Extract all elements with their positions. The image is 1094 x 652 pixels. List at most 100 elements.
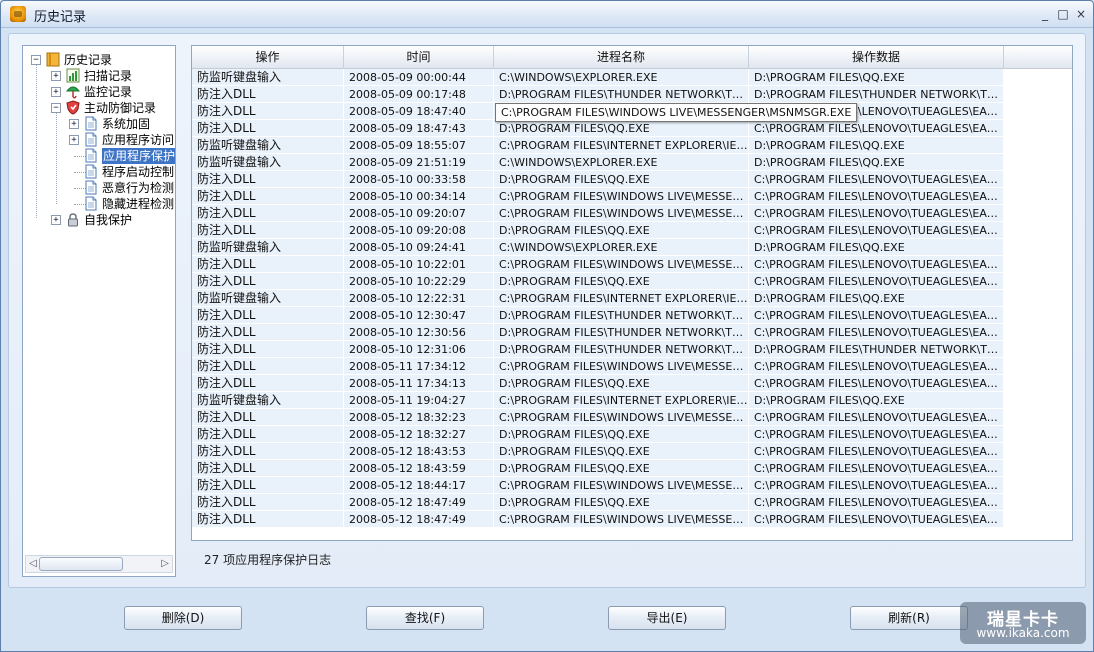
close-icon[interactable]: ×: [1073, 6, 1089, 22]
table-cell: 防注入DLL: [192, 324, 343, 341]
table-cell: C:\PROGRAM FILES\LENOVO\TUEAGLES\EAGLEH.…: [749, 188, 1003, 205]
tree-item[interactable]: − 主动防御记录: [23, 100, 175, 116]
tree-item-label: 监控记录: [84, 85, 133, 99]
table-row[interactable]: 防注入DLL 2008-05-10 00:33:58 D:\PROGRAM FILE…: [192, 171, 1072, 188]
table-row[interactable]: 防注入DLL 2008-05-10 10:22:29 D:\PROGRAM FILE…: [192, 273, 1072, 290]
table-cell: C:\PROGRAM FILES\LENOVO\TUEAGLES\EAGLEH.…: [749, 443, 1003, 460]
table-cell: 防注入DLL: [192, 222, 343, 239]
tree-item-label: 隐藏进程检测: [102, 197, 175, 211]
tree-expander-icon[interactable]: +: [51, 87, 61, 97]
table-row[interactable]: 防注入DLL 2008-05-10 00:34:14 C:\PROGRAM FILE…: [192, 188, 1072, 205]
table-row[interactable]: 防注入DLL 2008-05-10 12:30:56 D:\PROGRAM FILE…: [192, 324, 1072, 341]
table-row[interactable]: 防注入DLL 2008-05-12 18:32:27 D:\PROGRAM FILE…: [192, 426, 1072, 443]
table-row[interactable]: 防注入DLL 2008-05-12 18:47:49 C:\PROGRAM FILE…: [192, 511, 1072, 528]
table-row[interactable]: 防监听键盘输入 2008-05-11 19:04:27 C:\PROGRAM FIL…: [192, 392, 1072, 409]
app-logo-icon: [10, 6, 26, 22]
table-cell: C:\PROGRAM FILES\LENOVO\TUEAGLES\EAGLEH.…: [749, 256, 1003, 273]
scroll-right-icon[interactable]: ▷: [159, 557, 171, 571]
tree-item[interactable]: + 自我保护: [23, 212, 175, 228]
table-row[interactable]: 防注入DLL 2008-05-09 18:47:43 D:\PROGRAM FILE…: [192, 120, 1072, 137]
tree-item-label: 应用程序访问: [102, 133, 175, 147]
table-cell: C:\PROGRAM FILES\LENOVO\TUEAGLES\EAGLEH.…: [749, 477, 1003, 494]
table-cell: D:\PROGRAM FILES\QQ.EXE: [494, 171, 748, 188]
tree-item[interactable]: 程序启动控制: [23, 164, 175, 180]
column-header-action[interactable]: 操作: [192, 46, 344, 68]
table-cell: 2008-05-10 10:22:29: [344, 273, 493, 290]
table-cell: 2008-05-10 00:33:58: [344, 171, 493, 188]
table-row[interactable]: 防注入DLL 2008-05-12 18:43:59 D:\PROGRAM FILE…: [192, 460, 1072, 477]
table-cell: 防注入DLL: [192, 494, 343, 511]
table-cell: C:\PROGRAM FILES\WINDOWS LIVE\MESSENGER.…: [494, 511, 748, 528]
tree-item[interactable]: 恶意行为检测: [23, 180, 175, 196]
column-header-data[interactable]: 操作数据: [749, 46, 1004, 68]
tree-item[interactable]: − 历史记录: [23, 52, 175, 68]
tree-item[interactable]: + 系统加固: [23, 116, 175, 132]
tree-item[interactable]: + 应用程序访问: [23, 132, 175, 148]
tree-horizontal-scrollbar[interactable]: ◁ ▷: [25, 555, 173, 573]
column-header-time[interactable]: 时间: [344, 46, 494, 68]
find-button[interactable]: 查找(F): [366, 606, 484, 630]
table-row[interactable]: 防注入DLL 2008-05-12 18:32:23 C:\PROGRAM FILE…: [192, 409, 1072, 426]
table-cell: D:\PROGRAM FILES\QQ.EXE: [494, 443, 748, 460]
table-cell: 防注入DLL: [192, 375, 343, 392]
table-cell: 2008-05-10 12:31:06: [344, 341, 493, 358]
tree-expander-icon[interactable]: +: [51, 215, 61, 225]
table-cell: 防注入DLL: [192, 188, 343, 205]
tree-expander-icon[interactable]: +: [69, 119, 79, 129]
title-bar[interactable]: 历史记录 _ □ ×: [1, 1, 1093, 28]
table-row[interactable]: 防监听键盘输入 2008-05-10 12:22:31 C:\PROGRAM FIL…: [192, 290, 1072, 307]
table-cell: D:\PROGRAM FILES\THUNDER NETWORK\THUND..…: [749, 86, 1003, 103]
tree-expander-icon[interactable]: +: [51, 71, 61, 81]
table-cell: 防注入DLL: [192, 358, 343, 375]
tree-item[interactable]: 隐藏进程检测: [23, 196, 175, 212]
column-header-process[interactable]: 进程名称: [494, 46, 749, 68]
table-row[interactable]: 防注入DLL 2008-05-12 18:47:49 D:\PROGRAM FILE…: [192, 494, 1072, 511]
table-cell: 防注入DLL: [192, 103, 343, 120]
table-row[interactable]: 防监听键盘输入 2008-05-09 00:00:44 C:\WINDOWS\EXP…: [192, 69, 1072, 86]
minimize-icon[interactable]: _: [1037, 6, 1053, 22]
table-cell: 2008-05-09 18:47:43: [344, 120, 493, 137]
table-row[interactable]: 防注入DLL 2008-05-09 00:17:48 D:\PROGRAM FILE…: [192, 86, 1072, 103]
table-row[interactable]: 防监听键盘输入 2008-05-09 21:51:19 C:\WINDOWS\EXP…: [192, 154, 1072, 171]
table-cell: D:\PROGRAM FILES\QQ.EXE: [749, 392, 1003, 409]
table-cell: C:\PROGRAM FILES\WINDOWS LIVE\MESSENGER.…: [494, 188, 748, 205]
table-cell: 2008-05-12 18:44:17: [344, 477, 493, 494]
tree-item-label: 自我保护: [84, 213, 133, 227]
table-row[interactable]: 防注入DLL 2008-05-10 12:31:06 D:\PROGRAM FILE…: [192, 341, 1072, 358]
table-cell: 2008-05-09 18:55:07: [344, 137, 493, 154]
delete-button[interactable]: 删除(D): [124, 606, 242, 630]
scrollbar-thumb[interactable]: [39, 557, 123, 571]
table-cell: 2008-05-09 21:51:19: [344, 154, 493, 171]
table-row[interactable]: 防注入DLL 2008-05-11 17:34:12 C:\PROGRAM FILE…: [192, 358, 1072, 375]
table-row[interactable]: 防注入DLL 2008-05-11 17:34:13 D:\PROGRAM FILE…: [192, 375, 1072, 392]
table-cell: 2008-05-09 18:47:40: [344, 103, 493, 120]
table-cell: C:\PROGRAM FILES\LENOVO\TUEAGLES\EAGLEH.…: [749, 375, 1003, 392]
tree-expander-icon[interactable]: −: [51, 103, 61, 113]
table-cell: C:\PROGRAM FILES\INTERNET EXPLORER\IEXPL…: [494, 137, 748, 154]
table-row[interactable]: 防注入DLL 2008-05-10 09:20:07 C:\PROGRAM FILE…: [192, 205, 1072, 222]
table-row[interactable]: 防注入DLL 2008-05-10 09:20:08 D:\PROGRAM FILE…: [192, 222, 1072, 239]
tree-expander-icon[interactable]: +: [69, 135, 79, 145]
table-cell: C:\PROGRAM FILES\LENOVO\TUEAGLES\EAGLEH.…: [749, 358, 1003, 375]
table-cell: C:\PROGRAM FILES\INTERNET EXPLORER\IEXPL…: [494, 290, 748, 307]
tree-item[interactable]: + 扫描记录: [23, 68, 175, 84]
tree-expander-icon[interactable]: −: [31, 55, 41, 65]
tree-item[interactable]: + 监控记录: [23, 84, 175, 100]
table-row[interactable]: 防注入DLL 2008-05-12 18:44:17 C:\PROGRAM FILE…: [192, 477, 1072, 494]
tree-item-label: 应用程序保护: [102, 148, 175, 164]
table-row[interactable]: 防注入DLL 2008-05-12 18:43:53 D:\PROGRAM FILE…: [192, 443, 1072, 460]
tree-item[interactable]: 应用程序保护: [23, 148, 175, 164]
scroll-left-icon[interactable]: ◁: [27, 557, 39, 571]
tree-item-label: 历史记录: [64, 53, 113, 67]
table-row[interactable]: 防监听键盘输入 2008-05-09 18:55:07 C:\PROGRAM FIL…: [192, 137, 1072, 154]
refresh-button[interactable]: 刷新(R): [850, 606, 968, 630]
table-cell: 2008-05-09 00:00:44: [344, 69, 493, 86]
maximize-icon[interactable]: □: [1055, 6, 1071, 22]
table-row[interactable]: 防监听键盘输入 2008-05-10 09:24:41 C:\WINDOWS\EXP…: [192, 239, 1072, 256]
export-button[interactable]: 导出(E): [608, 606, 726, 630]
table-cell: 防注入DLL: [192, 477, 343, 494]
table-row[interactable]: 防注入DLL 2008-05-10 12:30:47 D:\PROGRAM FILE…: [192, 307, 1072, 324]
table-cell: 2008-05-10 10:22:01: [344, 256, 493, 273]
table-row[interactable]: 防注入DLL 2008-05-10 10:22:01 C:\PROGRAM FILE…: [192, 256, 1072, 273]
table-cell: D:\PROGRAM FILES\QQ.EXE: [749, 154, 1003, 171]
